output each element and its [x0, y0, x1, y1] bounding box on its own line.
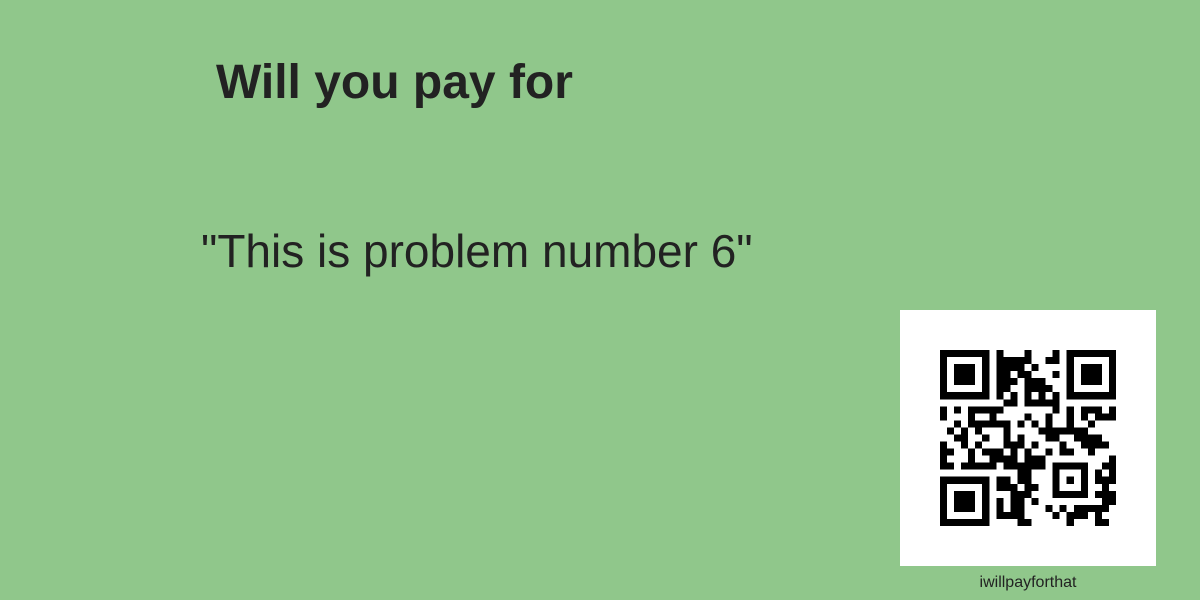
qr-code-icon [940, 350, 1116, 526]
share-card: Will you pay for "This is problem number… [0, 0, 1200, 600]
quote-text: "This is problem number 6" [201, 225, 753, 277]
heading: Will you pay for [216, 56, 573, 109]
site-label: iwillpayforthat [979, 574, 1077, 591]
qr-code-panel [900, 310, 1156, 566]
